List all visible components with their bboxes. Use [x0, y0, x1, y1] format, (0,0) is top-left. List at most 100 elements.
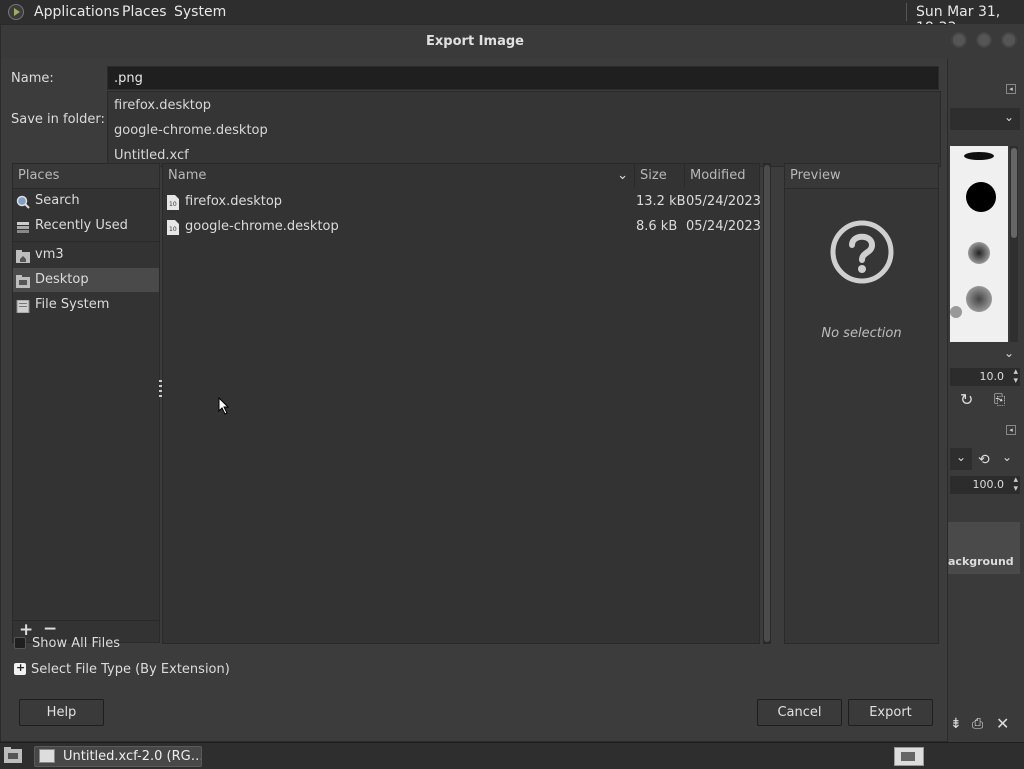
file-icon: 10 — [167, 219, 179, 244]
chevron-down-icon: ⌄ — [1003, 110, 1014, 124]
question-mark-icon — [830, 220, 894, 284]
gimp-main-window: ◂ ⌄ ⌄ 10.0 ▴ ▾ ↻ ⎘ ◂ ⌄ ⟲ ⌄ 100.0 ▴ ▾ ackgr… — [948, 24, 1024, 742]
layer-name: ackground — [948, 555, 1014, 568]
sort-chevron-icon: ⌄ — [617, 168, 628, 183]
autocomplete-item[interactable]: Untitled.xcf — [114, 148, 189, 163]
file-modified: 05/24/2023 — [686, 194, 761, 209]
autocomplete-popup: firefox.desktop google-chrome.desktop Un… — [107, 91, 941, 167]
reset-icon[interactable]: ⟲ — [978, 452, 990, 468]
column-name[interactable]: Name ⌄ — [163, 164, 635, 188]
spin-arrows-icon: ▴ ▾ — [1013, 475, 1018, 494]
filename-input[interactable] — [107, 66, 939, 90]
place-label: Desktop — [35, 272, 89, 287]
taskbar-window-title: Untitled.xcf-2.0 (RG… — [63, 749, 202, 764]
desktop-folder-icon — [16, 273, 30, 288]
menu-system[interactable]: System — [174, 4, 226, 20]
column-name-label: Name — [168, 168, 207, 183]
opacity-spinner[interactable]: 100.0 ▴ ▾ — [950, 476, 1020, 494]
merge-layer-icon[interactable]: ⎙ — [972, 716, 983, 732]
export-dialog: Export Image Name: Save in folder: firef… — [0, 24, 949, 742]
window-controls — [948, 32, 1024, 50]
export-brush-icon[interactable]: ⎘ — [994, 392, 1005, 408]
dialog-title: Export Image — [1, 25, 949, 59]
file-size: 8.6 kB — [636, 219, 678, 234]
column-size[interactable]: Size — [635, 164, 685, 188]
show-all-files-checkbox[interactable] — [14, 637, 26, 649]
dock-menu-icon[interactable]: ◂ — [1006, 425, 1016, 435]
show-desktop-icon[interactable] — [4, 747, 22, 763]
file-list-scrollbar[interactable] — [763, 163, 771, 644]
brush-grid[interactable] — [950, 146, 1008, 342]
autocomplete-item[interactable]: google-chrome.desktop — [114, 123, 268, 138]
opacity-value: 100.0 — [972, 478, 1005, 491]
menu-places[interactable]: Places — [122, 4, 167, 20]
spacing-value: 10.0 — [979, 370, 1005, 383]
drive-icon — [16, 298, 30, 314]
file-name: google-chrome.desktop — [185, 219, 339, 234]
svg-text:10: 10 — [169, 201, 177, 208]
spin-arrows-icon: ▴ ▾ — [1013, 367, 1018, 386]
home-folder-icon — [16, 248, 30, 263]
preview-header: Preview — [785, 164, 938, 189]
workspace-switcher[interactable] — [894, 747, 924, 766]
scrollbar-thumb[interactable] — [764, 165, 770, 642]
taskbar-window-button[interactable]: Untitled.xcf-2.0 (RG… — [34, 746, 202, 767]
mouse-pointer-icon — [218, 396, 230, 419]
search-icon — [16, 194, 30, 209]
column-size-label: Size — [640, 168, 667, 183]
menu-applications[interactable]: Applications — [34, 4, 120, 20]
places-pane: Places Search Recently Used vm3 Desktop — [12, 163, 160, 621]
gimp-app-icon — [39, 749, 55, 763]
app-logo-icon[interactable] — [8, 4, 24, 20]
select-file-type-expander[interactable]: Select File Type (By Extension) — [31, 662, 230, 677]
file-size: 13.2 kB — [636, 194, 686, 209]
delete-layer-icon[interactable]: ✕ — [996, 714, 1009, 733]
no-selection-text: No selection — [821, 326, 902, 341]
file-row[interactable]: 10 google-chrome.desktop 8.6 kB 05/24/20… — [163, 214, 761, 239]
place-label: vm3 — [35, 247, 64, 262]
preview-pane: Preview No selection — [784, 163, 939, 644]
place-label: Recently Used — [35, 218, 128, 233]
minimize-icon[interactable] — [951, 32, 967, 48]
column-modified-label: Modified — [690, 168, 746, 183]
layer-mode-dropdown[interactable]: ⌄ — [950, 448, 972, 470]
expand-file-type-icon[interactable]: + — [14, 661, 26, 675]
place-recently-used[interactable]: Recently Used — [13, 214, 159, 238]
brush-scrollbar[interactable] — [1010, 146, 1018, 342]
place-vm3[interactable]: vm3 — [13, 243, 159, 267]
places-header: Places — [13, 164, 159, 189]
layer-tools-icon[interactable]: ⇟ — [950, 716, 962, 732]
file-name: firefox.desktop — [185, 194, 283, 209]
recent-icon — [16, 219, 30, 233]
export-button[interactable]: Export — [848, 699, 933, 726]
chevron-down-icon[interactable]: ⌄ — [1002, 450, 1012, 464]
spacing-spinner[interactable]: 10.0 ▴ ▾ — [950, 368, 1020, 386]
close-window-icon[interactable] — [1001, 32, 1017, 48]
autocomplete-item[interactable]: firefox.desktop — [114, 98, 211, 113]
help-button[interactable]: Help — [19, 699, 104, 726]
maximize-icon[interactable] — [976, 32, 992, 48]
column-modified[interactable]: Modified — [685, 164, 761, 188]
show-all-files-label: Show All Files — [32, 636, 120, 651]
file-modified: 05/24/2023 — [686, 219, 761, 234]
save-in-folder-label: Save in folder: — [11, 112, 105, 127]
panel-separator — [906, 3, 907, 21]
file-list: Name ⌄ Size Modified 10 firefox.desktop … — [162, 163, 761, 644]
svg-text:10: 10 — [169, 226, 177, 233]
name-label: Name: — [11, 71, 54, 86]
place-desktop[interactable]: Desktop — [13, 268, 159, 292]
dock-menu-icon[interactable]: ◂ — [1006, 84, 1016, 94]
place-search[interactable]: Search — [13, 189, 159, 213]
chevron-down-icon[interactable]: ⌄ — [1004, 346, 1014, 360]
chevron-down-icon: ⌄ — [956, 450, 967, 464]
place-file-system[interactable]: File System — [13, 293, 159, 317]
file-row[interactable]: 10 firefox.desktop 13.2 kB 05/24/2023 — [163, 189, 761, 214]
cancel-button[interactable]: Cancel — [757, 699, 842, 726]
top-panel: Applications Places System Sun Mar 31, 1… — [0, 0, 1024, 36]
places-separator — [13, 241, 159, 242]
brush-dropdown[interactable]: ⌄ — [950, 108, 1020, 130]
taskbar: Untitled.xcf-2.0 (RG… — [0, 742, 1024, 769]
refresh-icon[interactable]: ↻ — [960, 390, 973, 409]
layer-row[interactable]: ackground — [948, 522, 1020, 574]
place-label: File System — [35, 297, 110, 312]
